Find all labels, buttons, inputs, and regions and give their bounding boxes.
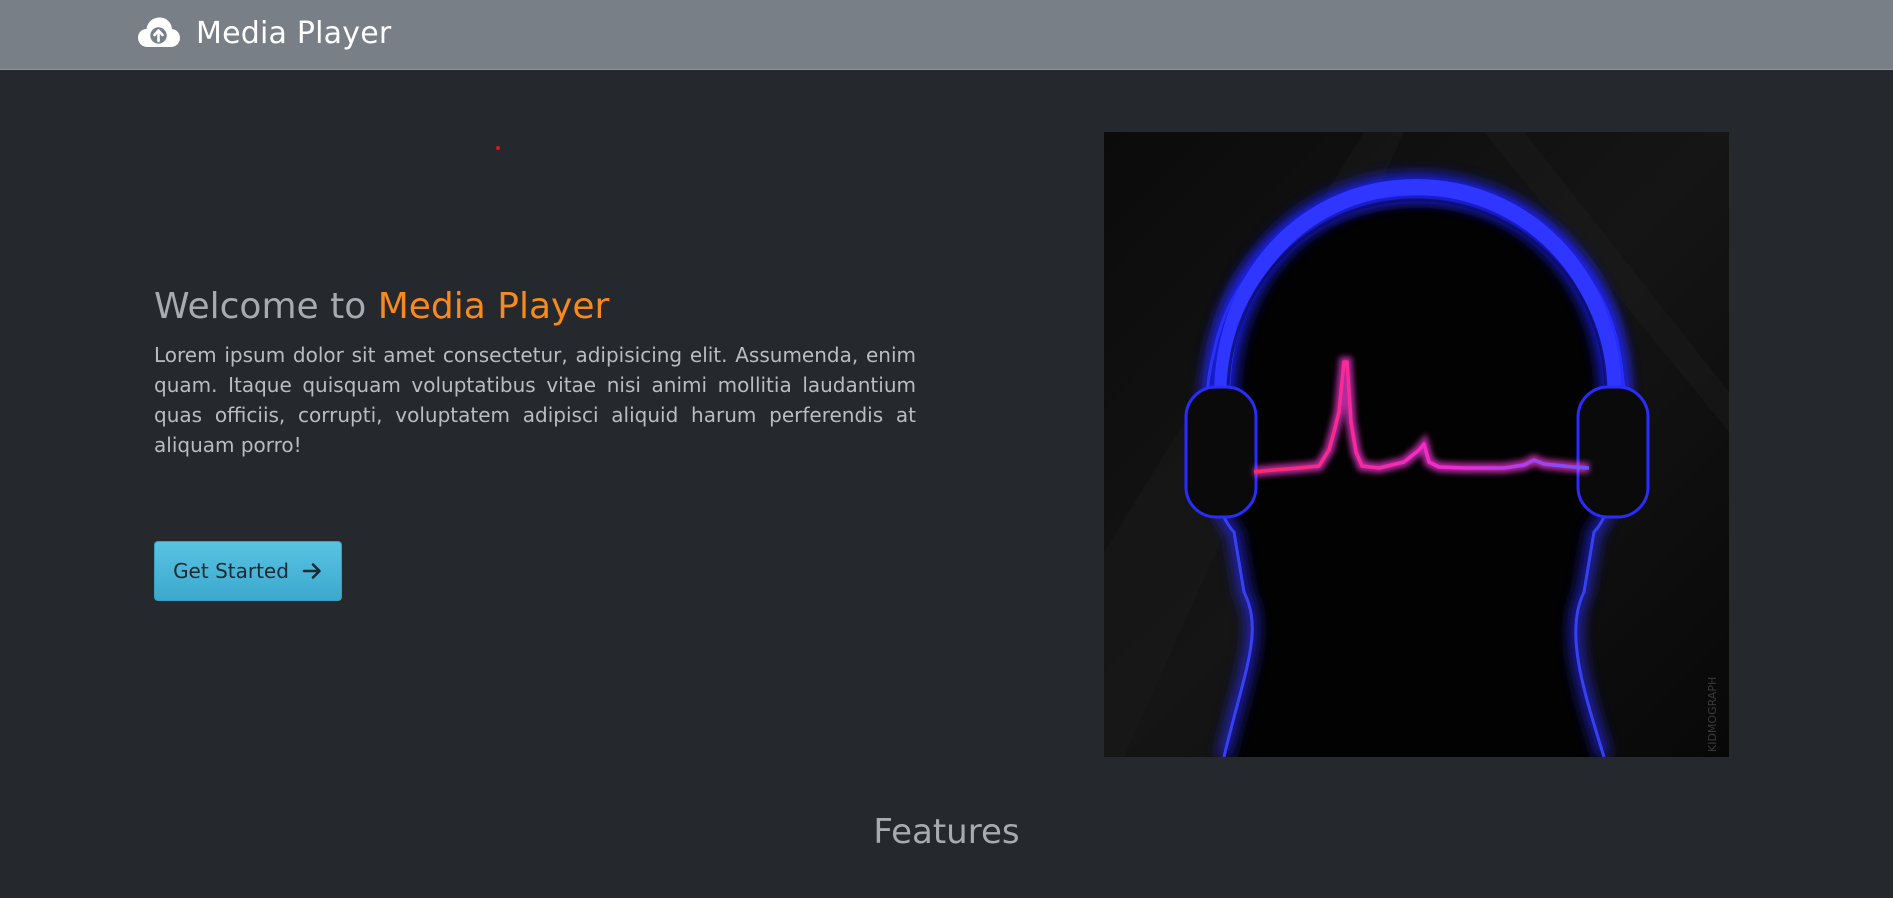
brand-link[interactable]: Media Player	[138, 13, 391, 53]
hero-description: Lorem ipsum dolor sit amet consectetur, …	[154, 343, 916, 457]
red-dot-marker	[496, 146, 500, 150]
headphones-heartbeat-image: KIDMOGRAPH	[1104, 132, 1729, 757]
cloud-upload-icon	[138, 17, 180, 47]
features-title: Features	[873, 812, 1020, 852]
brand-name: Media Player	[196, 15, 392, 51]
get-started-button[interactable]: Get Started	[154, 541, 342, 601]
navbar: Media Player	[0, 0, 1893, 70]
get-started-label: Get Started	[173, 559, 289, 583]
arrow-right-icon	[302, 563, 321, 579]
hero-title: Welcome to Media Player	[154, 286, 609, 327]
hero-title-prefix: Welcome to	[154, 286, 378, 327]
image-signature: KIDMOGRAPH	[1706, 677, 1719, 752]
hero-title-accent: Media Player	[377, 286, 610, 327]
